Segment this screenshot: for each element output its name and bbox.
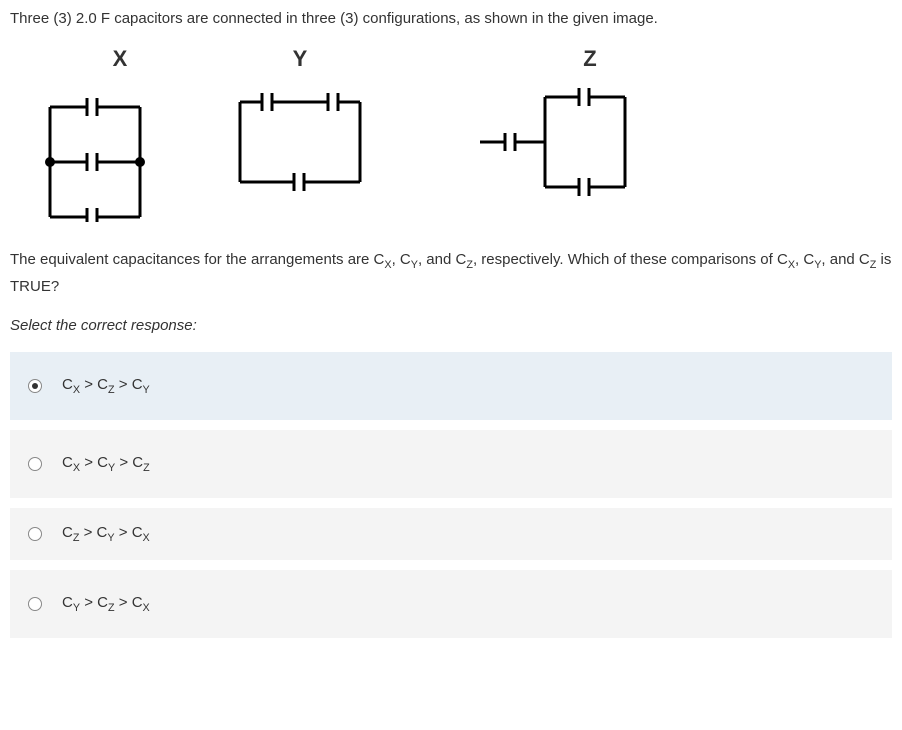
instruction-text: Select the correct response:: [10, 317, 892, 334]
options-list: CX > CZ > CY CX > CY > CZ CZ > CY > CX C…: [10, 352, 892, 638]
sub: X: [788, 259, 795, 271]
option-c-text: CZ > CY > CX: [62, 524, 150, 544]
body-text: , C: [795, 251, 814, 268]
s: Z: [143, 462, 150, 474]
option-c[interactable]: CZ > CY > CX: [10, 508, 892, 560]
diagram-y: Y: [220, 46, 380, 202]
t: > C: [80, 454, 108, 471]
diagram-label-y: Y: [293, 46, 308, 72]
body-text: , C: [392, 251, 411, 268]
option-b[interactable]: CX > CY > CZ: [10, 430, 892, 498]
t: > C: [115, 454, 143, 471]
t: C: [62, 454, 73, 471]
option-a-text: CX > CZ > CY: [62, 376, 150, 396]
circuit-y-svg: [220, 72, 380, 202]
sub: X: [384, 259, 391, 271]
sub: Z: [466, 259, 473, 271]
circuit-x-svg: [25, 72, 165, 222]
s: X: [143, 532, 150, 544]
question-intro: Three (3) 2.0 F capacitors are connected…: [10, 8, 892, 31]
s: Z: [108, 384, 115, 396]
s: X: [73, 384, 80, 396]
s: Y: [107, 532, 114, 544]
t: > C: [115, 594, 143, 611]
t: C: [62, 376, 73, 393]
option-d[interactable]: CY > CZ > CX: [10, 570, 892, 638]
body-text: The equivalent capacitances for the arra…: [10, 251, 384, 268]
sub: Y: [411, 259, 418, 271]
circuit-z-svg: [475, 72, 645, 212]
t: > C: [80, 376, 108, 393]
t: > C: [115, 376, 143, 393]
option-a[interactable]: CX > CZ > CY: [10, 352, 892, 420]
body-text: , and C: [418, 251, 466, 268]
diagram-z: Z: [475, 46, 645, 212]
t: C: [62, 524, 73, 541]
diagram-row: X: [10, 46, 892, 222]
option-d-text: CY > CZ > CX: [62, 594, 150, 614]
s: X: [73, 462, 80, 474]
t: > C: [115, 524, 143, 541]
question-body: The equivalent capacitances for the arra…: [10, 247, 892, 300]
diagram-label-z: Z: [583, 46, 596, 72]
diagram-label-x: X: [113, 46, 128, 72]
t: C: [62, 594, 73, 611]
s: X: [143, 602, 150, 614]
radio-b[interactable]: [28, 457, 42, 471]
body-text: , and C: [821, 251, 869, 268]
diagram-x: X: [25, 46, 165, 222]
radio-a[interactable]: [28, 379, 42, 393]
option-b-text: CX > CY > CZ: [62, 454, 150, 474]
t: > C: [80, 594, 108, 611]
s: Y: [73, 602, 80, 614]
s: Z: [108, 602, 115, 614]
s: Y: [143, 384, 150, 396]
t: > C: [79, 524, 107, 541]
body-text: , respectively. Which of these compariso…: [473, 251, 788, 268]
radio-c[interactable]: [28, 527, 42, 541]
radio-d[interactable]: [28, 597, 42, 611]
